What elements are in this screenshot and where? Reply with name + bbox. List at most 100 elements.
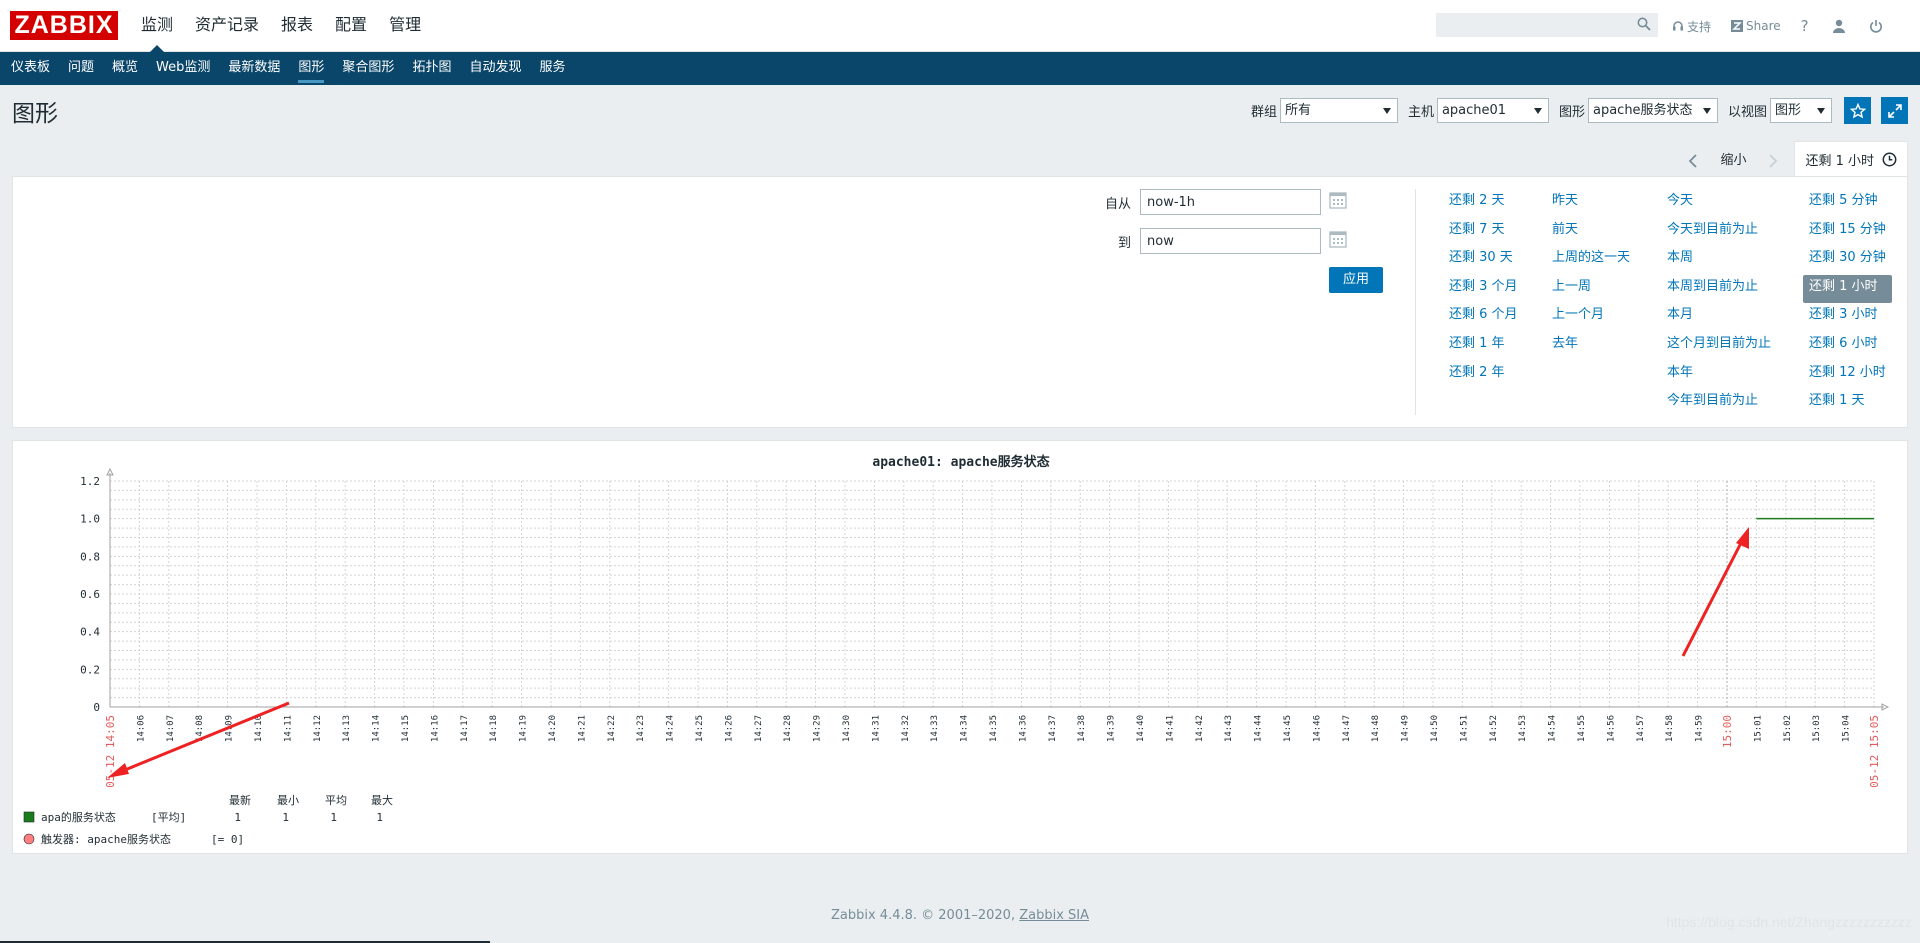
quick-range-item[interactable]: 上一周 [1546,275,1636,304]
search-input[interactable] [1437,14,1627,36]
help-icon[interactable]: ? [1801,17,1809,35]
graph-canvas[interactable]: apache01: apache服务状态 0 0.2 0.4 0.6 0.8 1.0 1.2… [13,441,1907,853]
x-tick-label: 14:28 [783,715,793,742]
annotation-arrow [1681,527,1749,657]
submenu-latest-data[interactable]: 最新数据 [219,52,289,85]
to-calendar-icon[interactable] [1329,230,1347,252]
quick-range-item[interactable]: 还剩 1 年 [1443,332,1524,361]
quick-range-item[interactable]: 还剩 6 个月 [1443,303,1524,332]
quick-range-item[interactable]: 还剩 3 个月 [1443,275,1524,304]
menu-monitoring[interactable]: 监测 [130,0,184,53]
submenu-dashboard[interactable]: 仪表板 [2,52,59,85]
submenu-web[interactable]: Web监测 [147,52,219,85]
submenu-screens[interactable]: 聚合图形 [333,52,403,85]
to-input[interactable] [1140,228,1321,254]
x-tick-label: 14:34 [960,715,970,742]
star-icon [1849,102,1866,118]
top-header: ZABBIX 监测 资产记录 报表 配置 管理 支持 Share ? [0,0,1920,53]
quick-range-item[interactable]: 还剩 7 天 [1443,218,1524,247]
fullscreen-button[interactable] [1881,97,1908,124]
time-filter-tab[interactable]: 还剩 1 小时 [1794,141,1908,176]
sub-menu: 仪表板 问题 概览 Web监测 最新数据 图形 聚合图形 拓扑图 自动发现 服务 [0,52,1920,85]
support-label: 支持 [1687,19,1712,34]
quick-range-item[interactable]: 还剩 12 小时 [1803,361,1892,390]
submenu-discovery[interactable]: 自动发现 [460,52,530,85]
x-tick-label: 14:20 [548,715,558,742]
menu-administration[interactable]: 管理 [378,0,432,52]
to-row: 到 [1091,228,1347,254]
apply-button[interactable]: 应用 [1329,267,1383,293]
from-input[interactable] [1140,189,1321,215]
quick-range-item[interactable]: 还剩 3 小时 [1803,303,1892,332]
share-link[interactable]: Share [1731,19,1781,33]
quick-range-item[interactable]: 去年 [1546,332,1636,361]
x-tick-label: 14:25 [695,715,705,742]
submenu-overview[interactable]: 概览 [103,52,147,85]
quick-range-item[interactable]: 今天 [1661,189,1777,218]
quick-range-item[interactable]: 前天 [1546,218,1636,247]
submenu-problems[interactable]: 问题 [59,52,103,85]
quick-range-item[interactable]: 还剩 1 天 [1803,389,1892,418]
view-select-value: 图形 [1775,103,1802,118]
x-tick-label: 14:07 [166,715,176,742]
from-row: 自从 [1091,189,1347,215]
group-select[interactable]: 所有 [1279,98,1398,123]
x-tick-label: 14:54 [1548,715,1558,742]
quick-range-item[interactable]: 还剩 30 天 [1443,246,1524,275]
quick-range-item[interactable]: 上周的这一天 [1546,246,1636,275]
chevron-down-icon [1817,108,1825,114]
x-tick-label: 14:27 [754,715,764,742]
x-tick-label: 15:02 [1783,715,1793,742]
graph-select[interactable]: apache服务状态 [1587,98,1718,123]
quick-range-item[interactable]: 还剩 2 年 [1443,361,1524,390]
quick-range-item[interactable]: 今天到目前为止 [1661,218,1777,247]
quick-range-item[interactable]: 本周到目前为止 [1661,275,1777,304]
quick-range-item[interactable]: 本月 [1661,303,1777,332]
quick-range-item[interactable]: 还剩 5 分钟 [1803,189,1892,218]
quick-range-item[interactable]: 上一个月 [1546,303,1636,332]
quick-range-item[interactable]: 还剩 30 分钟 [1803,246,1892,275]
quick-range-item[interactable]: 还剩 15 分钟 [1803,218,1892,247]
time-back-button[interactable] [1678,146,1708,176]
y-tick-label: 1.2 [80,475,100,488]
quick-range-item[interactable]: 今年到目前为止 [1661,389,1777,418]
footer-text: Zabbix 4.4.8. © 2001–2020, [830,908,1020,923]
menu-inventory[interactable]: 资产记录 [184,0,270,52]
submenu-graphs[interactable]: 图形 [289,52,333,85]
time-forward-button[interactable] [1758,146,1788,176]
x-tick-label: 14:51 [1459,715,1469,742]
zoom-out-button[interactable]: 缩小 [1708,146,1758,176]
menu-configuration[interactable]: 配置 [324,0,378,52]
x-tick-label: 14:23 [636,715,646,742]
group-select-value: 所有 [1284,103,1311,118]
chevron-down-icon [1382,108,1391,114]
sign-out-icon[interactable] [1869,19,1883,33]
x-tick-label: 15:01 [1753,715,1763,742]
quick-range-item[interactable]: 还剩 6 小时 [1803,332,1892,361]
from-calendar-icon[interactable] [1329,191,1347,213]
quick-range-item[interactable]: 还剩 2 天 [1443,189,1524,218]
legend-header: 最大 [371,793,393,807]
y-tick-label: 0 [93,701,100,714]
y-tick-label: 1.0 [80,513,100,526]
chevron-left-icon [1689,154,1698,168]
footer-link[interactable]: Zabbix SIA [1019,908,1089,923]
submenu-services[interactable]: 服务 [530,52,574,85]
quick-range-item-selected[interactable]: 还剩 1 小时 [1803,274,1892,304]
quick-range-item[interactable]: 本周 [1661,246,1777,275]
quick-range-item[interactable]: 本年 [1661,361,1777,390]
quick-range-item[interactable]: 这个月到目前为止 [1661,332,1777,361]
x-tick-label: 14:52 [1489,715,1499,742]
submenu-maps[interactable]: 拓扑图 [403,52,460,85]
x-tick-label: 14:06 [136,715,146,742]
view-select[interactable]: 图形 [1770,98,1832,123]
search-icon[interactable] [1637,17,1651,35]
user-profile-icon[interactable] [1832,19,1846,33]
quick-range-item[interactable]: 昨天 [1546,189,1636,218]
favorite-button[interactable] [1844,97,1871,124]
menu-reports[interactable]: 报表 [270,0,324,52]
zabbix-logo[interactable]: ZABBIX [10,11,118,40]
legend-value: 1 [376,811,383,824]
support-link[interactable]: 支持 [1672,18,1711,35]
host-select[interactable]: apache01 [1436,98,1549,123]
